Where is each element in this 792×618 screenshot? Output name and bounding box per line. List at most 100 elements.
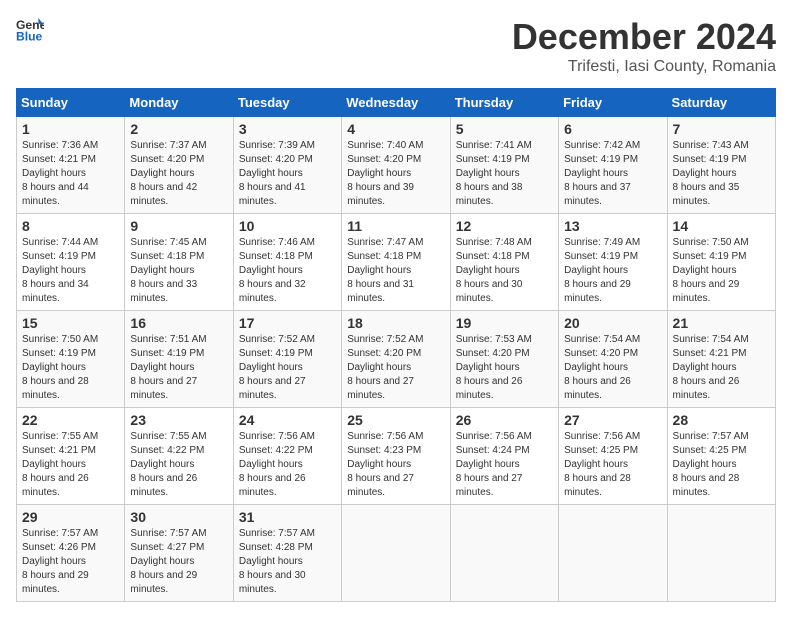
calendar-cell: 8 Sunrise: 7:44 AMSunset: 4:19 PMDaylight… xyxy=(17,214,125,311)
cell-info: Sunrise: 7:50 AMSunset: 4:19 PMDaylight … xyxy=(22,333,119,403)
cell-info: Sunrise: 7:36 AMSunset: 4:21 PMDaylight … xyxy=(22,139,119,209)
calendar-cell xyxy=(667,505,775,602)
cell-info: Sunrise: 7:37 AMSunset: 4:20 PMDaylight … xyxy=(130,139,227,209)
cell-info: Sunrise: 7:44 AMSunset: 4:19 PMDaylight … xyxy=(22,236,119,306)
day-number: 8 xyxy=(22,218,119,234)
calendar-cell: 13Sunrise: 7:49 AMSunset: 4:19 PMDayligh… xyxy=(559,214,667,311)
calendar-cell: 12 Sunrise: 7:48 AMSunset: 4:18 PMDayligh… xyxy=(450,214,558,311)
location-title: Trifesti, Iasi County, Romania xyxy=(512,58,776,76)
logo-icon: General Blue xyxy=(16,16,44,44)
day-number: 28 xyxy=(673,412,770,428)
day-number: 1 xyxy=(22,121,119,137)
cell-info: Sunrise: 7:39 AMSunset: 4:20 PMDaylight … xyxy=(239,139,336,209)
day-number: 17 xyxy=(239,315,336,331)
day-number: 30 xyxy=(130,509,227,525)
calendar-header-row: SundayMondayTuesdayWednesdayThursdayFrid… xyxy=(17,89,776,117)
logo: General Blue xyxy=(16,16,44,44)
calendar-cell: 6 Sunrise: 7:42 AMSunset: 4:19 PMDaylight… xyxy=(559,117,667,214)
cell-info: Sunrise: 7:55 AMSunset: 4:22 PMDaylight … xyxy=(130,430,227,500)
calendar-cell: 28 Sunrise: 7:57 AMSunset: 4:25 PMDayligh… xyxy=(667,408,775,505)
calendar-cell: 31Sunrise: 7:57 AMSunset: 4:28 PMDayligh… xyxy=(233,505,341,602)
calendar-cell: 20Sunrise: 7:54 AMSunset: 4:20 PMDayligh… xyxy=(559,311,667,408)
day-number: 26 xyxy=(456,412,553,428)
cell-info: Sunrise: 7:57 AMSunset: 4:25 PMDaylight … xyxy=(673,430,770,500)
day-number: 22 xyxy=(22,412,119,428)
day-number: 3 xyxy=(239,121,336,137)
calendar-cell: 5Sunrise: 7:41 AMSunset: 4:19 PMDaylight… xyxy=(450,117,558,214)
cell-info: Sunrise: 7:45 AMSunset: 4:18 PMDaylight … xyxy=(130,236,227,306)
cell-info: Sunrise: 7:50 AMSunset: 4:19 PMDaylight … xyxy=(673,236,770,306)
day-number: 21 xyxy=(673,315,770,331)
day-number: 9 xyxy=(130,218,227,234)
header-day-wednesday: Wednesday xyxy=(342,89,450,117)
day-number: 12 xyxy=(456,218,553,234)
day-number: 24 xyxy=(239,412,336,428)
day-number: 14 xyxy=(673,218,770,234)
day-number: 16 xyxy=(130,315,227,331)
cell-info: Sunrise: 7:57 AMSunset: 4:28 PMDaylight … xyxy=(239,527,336,597)
calendar-cell: 3 Sunrise: 7:39 AMSunset: 4:20 PMDaylight… xyxy=(233,117,341,214)
calendar-cell: 29Sunrise: 7:57 AMSunset: 4:26 PMDayligh… xyxy=(17,505,125,602)
calendar-cell: 4 Sunrise: 7:40 AMSunset: 4:20 PMDaylight… xyxy=(342,117,450,214)
calendar-cell xyxy=(559,505,667,602)
cell-info: Sunrise: 7:57 AMSunset: 4:26 PMDaylight … xyxy=(22,527,119,597)
cell-info: Sunrise: 7:55 AMSunset: 4:21 PMDaylight … xyxy=(22,430,119,500)
title-area: December 2024 Trifesti, Iasi County, Rom… xyxy=(512,16,776,76)
calendar-cell: 11 Sunrise: 7:47 AMSunset: 4:18 PMDayligh… xyxy=(342,214,450,311)
cell-info: Sunrise: 7:47 AMSunset: 4:18 PMDaylight … xyxy=(347,236,444,306)
cell-info: Sunrise: 7:56 AMSunset: 4:24 PMDaylight … xyxy=(456,430,553,500)
header: General Blue December 2024 Trifesti, Ias… xyxy=(16,16,776,76)
calendar-cell: 17 Sunrise: 7:52 AMSunset: 4:19 PMDayligh… xyxy=(233,311,341,408)
calendar-cell: 10 Sunrise: 7:46 AMSunset: 4:18 PMDayligh… xyxy=(233,214,341,311)
cell-info: Sunrise: 7:42 AMSunset: 4:19 PMDaylight … xyxy=(564,139,661,209)
day-number: 25 xyxy=(347,412,444,428)
week-row-3: 15Sunrise: 7:50 AMSunset: 4:19 PMDayligh… xyxy=(17,311,776,408)
week-row-5: 29Sunrise: 7:57 AMSunset: 4:26 PMDayligh… xyxy=(17,505,776,602)
calendar-cell: 23Sunrise: 7:55 AMSunset: 4:22 PMDayligh… xyxy=(125,408,233,505)
cell-info: Sunrise: 7:54 AMSunset: 4:21 PMDaylight … xyxy=(673,333,770,403)
calendar-cell: 7Sunrise: 7:43 AMSunset: 4:19 PMDaylight… xyxy=(667,117,775,214)
week-row-1: 1 Sunrise: 7:36 AMSunset: 4:21 PMDaylight… xyxy=(17,117,776,214)
cell-info: Sunrise: 7:57 AMSunset: 4:27 PMDaylight … xyxy=(130,527,227,597)
header-day-saturday: Saturday xyxy=(667,89,775,117)
day-number: 11 xyxy=(347,218,444,234)
calendar-cell: 18 Sunrise: 7:52 AMSunset: 4:20 PMDayligh… xyxy=(342,311,450,408)
header-day-thursday: Thursday xyxy=(450,89,558,117)
calendar-cell: 14 Sunrise: 7:50 AMSunset: 4:19 PMDayligh… xyxy=(667,214,775,311)
header-day-friday: Friday xyxy=(559,89,667,117)
day-number: 4 xyxy=(347,121,444,137)
header-day-sunday: Sunday xyxy=(17,89,125,117)
calendar-cell: 15Sunrise: 7:50 AMSunset: 4:19 PMDayligh… xyxy=(17,311,125,408)
cell-info: Sunrise: 7:43 AMSunset: 4:19 PMDaylight … xyxy=(673,139,770,209)
calendar-cell: 21 Sunrise: 7:54 AMSunset: 4:21 PMDayligh… xyxy=(667,311,775,408)
calendar-cell: 26 Sunrise: 7:56 AMSunset: 4:24 PMDayligh… xyxy=(450,408,558,505)
calendar-cell xyxy=(342,505,450,602)
cell-info: Sunrise: 7:40 AMSunset: 4:20 PMDaylight … xyxy=(347,139,444,209)
calendar-cell: 22 Sunrise: 7:55 AMSunset: 4:21 PMDayligh… xyxy=(17,408,125,505)
cell-info: Sunrise: 7:56 AMSunset: 4:25 PMDaylight … xyxy=(564,430,661,500)
day-number: 18 xyxy=(347,315,444,331)
calendar-cell: 30 Sunrise: 7:57 AMSunset: 4:27 PMDayligh… xyxy=(125,505,233,602)
cell-info: Sunrise: 7:56 AMSunset: 4:23 PMDaylight … xyxy=(347,430,444,500)
calendar-cell: 9 Sunrise: 7:45 AMSunset: 4:18 PMDaylight… xyxy=(125,214,233,311)
month-title: December 2024 xyxy=(512,16,776,58)
cell-info: Sunrise: 7:51 AMSunset: 4:19 PMDaylight … xyxy=(130,333,227,403)
week-row-2: 8 Sunrise: 7:44 AMSunset: 4:19 PMDaylight… xyxy=(17,214,776,311)
calendar-cell: 25 Sunrise: 7:56 AMSunset: 4:23 PMDayligh… xyxy=(342,408,450,505)
cell-info: Sunrise: 7:46 AMSunset: 4:18 PMDaylight … xyxy=(239,236,336,306)
week-row-4: 22 Sunrise: 7:55 AMSunset: 4:21 PMDayligh… xyxy=(17,408,776,505)
day-number: 6 xyxy=(564,121,661,137)
calendar-cell: 1 Sunrise: 7:36 AMSunset: 4:21 PMDaylight… xyxy=(17,117,125,214)
cell-info: Sunrise: 7:53 AMSunset: 4:20 PMDaylight … xyxy=(456,333,553,403)
calendar-body: 1 Sunrise: 7:36 AMSunset: 4:21 PMDaylight… xyxy=(17,117,776,602)
cell-info: Sunrise: 7:52 AMSunset: 4:19 PMDaylight … xyxy=(239,333,336,403)
day-number: 13 xyxy=(564,218,661,234)
header-day-tuesday: Tuesday xyxy=(233,89,341,117)
day-number: 5 xyxy=(456,121,553,137)
calendar-cell xyxy=(450,505,558,602)
day-number: 27 xyxy=(564,412,661,428)
cell-info: Sunrise: 7:56 AMSunset: 4:22 PMDaylight … xyxy=(239,430,336,500)
cell-info: Sunrise: 7:52 AMSunset: 4:20 PMDaylight … xyxy=(347,333,444,403)
day-number: 10 xyxy=(239,218,336,234)
cell-info: Sunrise: 7:48 AMSunset: 4:18 PMDaylight … xyxy=(456,236,553,306)
